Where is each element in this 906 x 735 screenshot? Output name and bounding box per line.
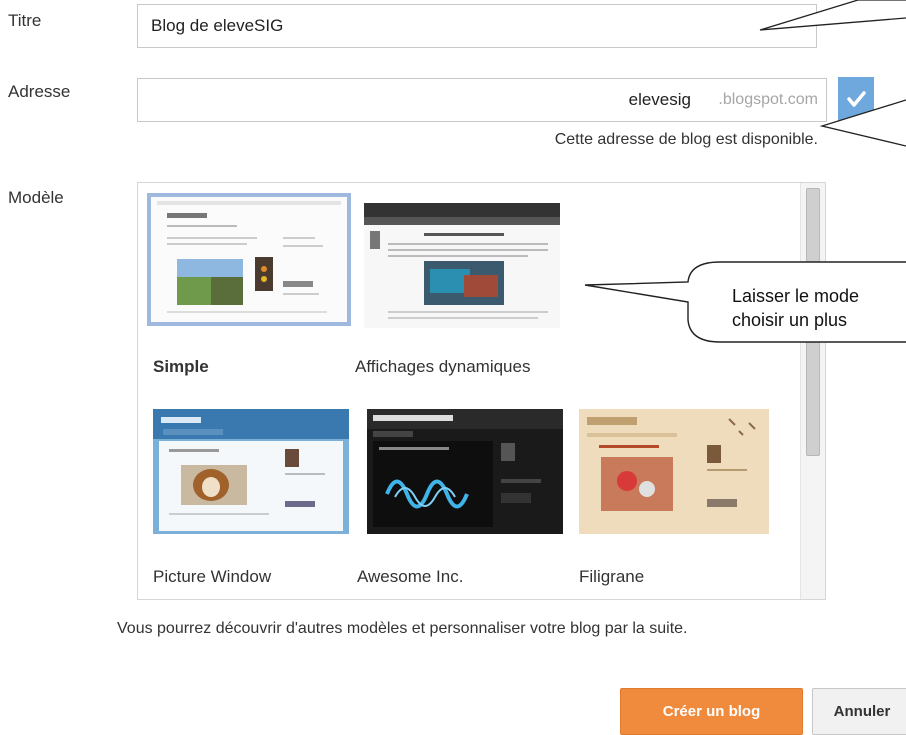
annotation-callouts xyxy=(584,0,906,343)
callout-text-line1: Laisser le mode xyxy=(732,286,860,306)
callout-text-line2: choisir un plus xyxy=(732,310,848,330)
callout-pointer-title xyxy=(759,0,906,31)
callout-pointer-address xyxy=(819,99,906,147)
